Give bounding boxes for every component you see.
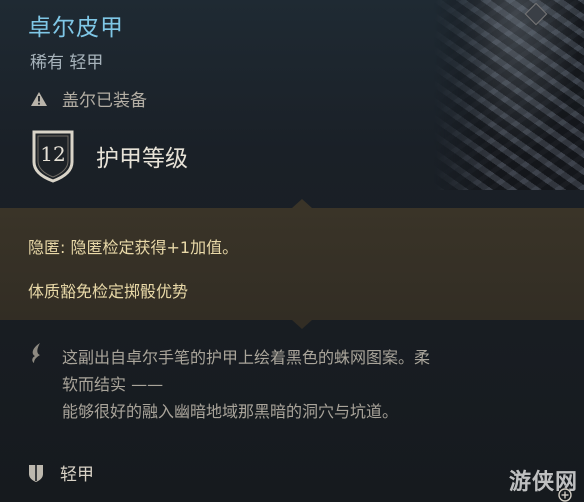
- armor-class-shield-icon: 12: [28, 128, 78, 184]
- item-tooltip: 卓尔皮甲 稀有 轻甲 盖尔已装备 12 护甲等级 隐匿: 隐匿检定获得+1加值。…: [0, 0, 584, 502]
- armor-class-label: 护甲等级: [96, 146, 188, 172]
- armor-type-row: 轻甲: [28, 460, 94, 485]
- item-rarity-type: 稀有 轻甲: [30, 53, 104, 73]
- description-line: 软而结实 ——: [62, 375, 164, 394]
- properties-panel: 隐匿: 隐匿检定获得+1加值。 体质豁免检定掷骰优势: [0, 199, 584, 329]
- description-line: 这副出自卓尔手笔的护甲上绘着黑色的蛛网图案。柔: [62, 348, 431, 367]
- item-description: 这副出自卓尔手笔的护甲上绘着黑色的蛛网图案。柔 软而结实 —— 能够很好的融入幽…: [62, 344, 572, 425]
- property-constitution-save: 体质豁免检定掷骰优势: [28, 282, 189, 301]
- light-armor-icon: [29, 464, 43, 482]
- item-name: 卓尔皮甲: [28, 15, 124, 41]
- armor-class-value: 12: [40, 142, 66, 166]
- description-line: 能够很好的融入幽暗地域那黑暗的洞穴与坑道。: [62, 402, 399, 421]
- plus-icon[interactable]: [558, 488, 572, 502]
- warning-icon: [31, 91, 47, 106]
- armor-item-image: [434, 0, 584, 190]
- equipped-status: 盖尔已装备: [30, 86, 147, 111]
- armor-type-label: 轻甲: [60, 465, 94, 485]
- panel-notch-bottom: [292, 320, 312, 329]
- panel-notch-top: [292, 199, 312, 208]
- armor-class-row: 12 护甲等级: [28, 128, 188, 184]
- equipped-by-text: 盖尔已装备: [62, 91, 147, 111]
- description-quill-icon: [32, 343, 40, 363]
- property-stealth: 隐匿: 隐匿检定获得+1加值。: [28, 238, 239, 257]
